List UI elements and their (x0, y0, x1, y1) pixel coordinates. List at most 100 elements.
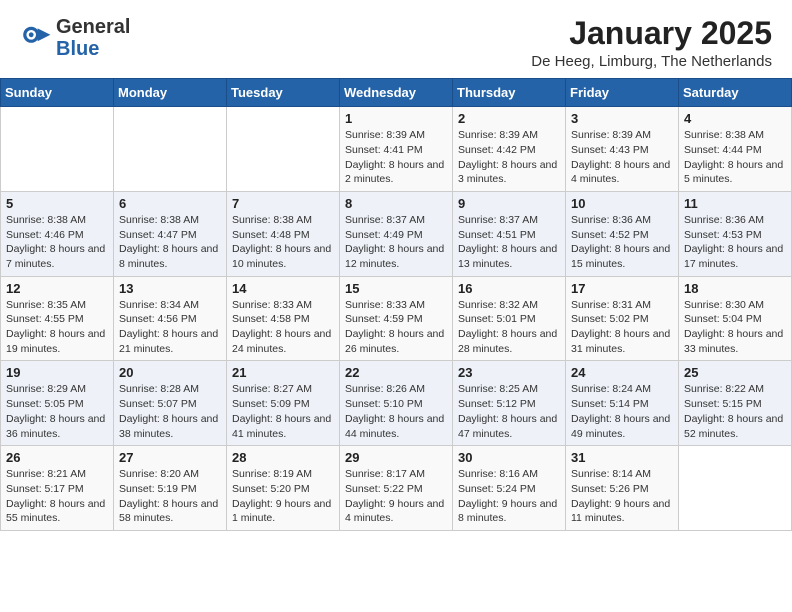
logo-icon (20, 22, 52, 54)
cell-info: Sunrise: 8:35 AM Sunset: 4:55 PM Dayligh… (6, 298, 108, 357)
cell-info: Sunrise: 8:37 AM Sunset: 4:51 PM Dayligh… (458, 213, 560, 272)
cell-info: Sunrise: 8:37 AM Sunset: 4:49 PM Dayligh… (345, 213, 447, 272)
cell-info: Sunrise: 8:39 AM Sunset: 4:42 PM Dayligh… (458, 128, 560, 187)
calendar-cell: 16 Sunrise: 8:32 AM Sunset: 5:01 PM Dayli… (453, 276, 566, 361)
calendar-week-4: 19 Sunrise: 8:29 AM Sunset: 5:05 PM Dayli… (1, 361, 792, 446)
calendar-cell: 18 Sunrise: 8:30 AM Sunset: 5:04 PM Dayli… (679, 276, 792, 361)
calendar-cell: 7Sunrise: 8:38 AM Sunset: 4:48 PM Daylig… (227, 191, 340, 276)
calendar-cell: 4Sunrise: 8:38 AM Sunset: 4:44 PM Daylig… (679, 107, 792, 192)
day-number: 14 (232, 281, 334, 296)
day-number: 3 (571, 111, 673, 126)
calendar-cell: 30 Sunrise: 8:16 AM Sunset: 5:24 PM Dayli… (453, 446, 566, 531)
day-number: 10 (571, 196, 673, 211)
cell-info: Sunrise: 8:36 AM Sunset: 4:52 PM Dayligh… (571, 213, 673, 272)
day-number: 25 (684, 365, 786, 380)
calendar-cell: 11Sunrise: 8:36 AM Sunset: 4:53 PM Dayli… (679, 191, 792, 276)
calendar-cell: 20 Sunrise: 8:28 AM Sunset: 5:07 PM Dayli… (114, 361, 227, 446)
day-number: 11 (684, 196, 786, 211)
day-number: 15 (345, 281, 447, 296)
calendar-cell (1, 107, 114, 192)
cell-info: Sunrise: 8:39 AM Sunset: 4:43 PM Dayligh… (571, 128, 673, 187)
calendar-cell: 14 Sunrise: 8:33 AM Sunset: 4:58 PM Dayli… (227, 276, 340, 361)
cell-info: Sunrise: 8:33 AM Sunset: 4:58 PM Dayligh… (232, 298, 334, 357)
calendar-cell: 24 Sunrise: 8:24 AM Sunset: 5:14 PM Dayli… (566, 361, 679, 446)
header-monday: Monday (114, 79, 227, 107)
calendar-cell (679, 446, 792, 531)
cell-info: Sunrise: 8:38 AM Sunset: 4:44 PM Dayligh… (684, 128, 786, 187)
day-number: 27 (119, 450, 221, 465)
page-header: General Blue January 2025 De Heeg, Limbu… (0, 0, 792, 78)
day-number: 21 (232, 365, 334, 380)
calendar-cell: 25 Sunrise: 8:22 AM Sunset: 5:15 PM Dayli… (679, 361, 792, 446)
cell-info: Sunrise: 8:24 AM Sunset: 5:14 PM Dayligh… (571, 382, 673, 441)
title-block: January 2025 De Heeg, Limburg, The Nethe… (531, 16, 772, 70)
cell-info: Sunrise: 8:27 AM Sunset: 5:09 PM Dayligh… (232, 382, 334, 441)
day-number: 7 (232, 196, 334, 211)
cell-info: Sunrise: 8:29 AM Sunset: 5:05 PM Dayligh… (6, 382, 108, 441)
cell-info: Sunrise: 8:14 AM Sunset: 5:26 PM Dayligh… (571, 467, 673, 526)
calendar-header-row: Sunday Monday Tuesday Wednesday Thursday… (1, 79, 792, 107)
calendar-cell: 22Sunrise: 8:26 AM Sunset: 5:10 PM Dayli… (340, 361, 453, 446)
header-tuesday: Tuesday (227, 79, 340, 107)
cell-info: Sunrise: 8:22 AM Sunset: 5:15 PM Dayligh… (684, 382, 786, 441)
day-number: 20 (119, 365, 221, 380)
calendar-cell: 28 Sunrise: 8:19 AM Sunset: 5:20 PM Dayli… (227, 446, 340, 531)
day-number: 1 (345, 111, 447, 126)
cell-info: Sunrise: 8:30 AM Sunset: 5:04 PM Dayligh… (684, 298, 786, 357)
header-wednesday: Wednesday (340, 79, 453, 107)
cell-info: Sunrise: 8:19 AM Sunset: 5:20 PM Dayligh… (232, 467, 334, 526)
calendar-cell: 2 Sunrise: 8:39 AM Sunset: 4:42 PM Daylig… (453, 107, 566, 192)
calendar-cell: 19 Sunrise: 8:29 AM Sunset: 5:05 PM Dayli… (1, 361, 114, 446)
cell-info: Sunrise: 8:31 AM Sunset: 5:02 PM Dayligh… (571, 298, 673, 357)
header-thursday: Thursday (453, 79, 566, 107)
calendar-cell: 8Sunrise: 8:37 AM Sunset: 4:49 PM Daylig… (340, 191, 453, 276)
cell-info: Sunrise: 8:16 AM Sunset: 5:24 PM Dayligh… (458, 467, 560, 526)
day-number: 12 (6, 281, 108, 296)
cell-info: Sunrise: 8:38 AM Sunset: 4:46 PM Dayligh… (6, 213, 108, 272)
logo: General Blue (20, 16, 130, 60)
calendar-cell: 12 Sunrise: 8:35 AM Sunset: 4:55 PM Dayli… (1, 276, 114, 361)
day-number: 2 (458, 111, 560, 126)
calendar-cell (114, 107, 227, 192)
day-number: 16 (458, 281, 560, 296)
calendar-week-5: 26 Sunrise: 8:21 AM Sunset: 5:17 PM Dayli… (1, 446, 792, 531)
calendar-cell (227, 107, 340, 192)
calendar-table: Sunday Monday Tuesday Wednesday Thursday… (0, 78, 792, 531)
day-number: 31 (571, 450, 673, 465)
header-friday: Friday (566, 79, 679, 107)
location-subtitle: De Heeg, Limburg, The Netherlands (531, 53, 772, 70)
day-number: 24 (571, 365, 673, 380)
calendar-cell: 9 Sunrise: 8:37 AM Sunset: 4:51 PM Daylig… (453, 191, 566, 276)
day-number: 28 (232, 450, 334, 465)
calendar-cell: 13Sunrise: 8:34 AM Sunset: 4:56 PM Dayli… (114, 276, 227, 361)
calendar-cell: 5Sunrise: 8:38 AM Sunset: 4:46 PM Daylig… (1, 191, 114, 276)
cell-info: Sunrise: 8:32 AM Sunset: 5:01 PM Dayligh… (458, 298, 560, 357)
header-saturday: Saturday (679, 79, 792, 107)
day-number: 29 (345, 450, 447, 465)
day-number: 17 (571, 281, 673, 296)
calendar-cell: 15Sunrise: 8:33 AM Sunset: 4:59 PM Dayli… (340, 276, 453, 361)
day-number: 18 (684, 281, 786, 296)
cell-info: Sunrise: 8:21 AM Sunset: 5:17 PM Dayligh… (6, 467, 108, 526)
day-number: 26 (6, 450, 108, 465)
month-year-title: January 2025 (531, 16, 772, 51)
calendar-cell: 26 Sunrise: 8:21 AM Sunset: 5:17 PM Dayli… (1, 446, 114, 531)
calendar-cell: 3 Sunrise: 8:39 AM Sunset: 4:43 PM Daylig… (566, 107, 679, 192)
day-number: 19 (6, 365, 108, 380)
day-number: 6 (119, 196, 221, 211)
logo-general-text: General (56, 16, 130, 38)
calendar-cell: 10 Sunrise: 8:36 AM Sunset: 4:52 PM Dayli… (566, 191, 679, 276)
calendar-cell: 1Sunrise: 8:39 AM Sunset: 4:41 PM Daylig… (340, 107, 453, 192)
cell-info: Sunrise: 8:38 AM Sunset: 4:47 PM Dayligh… (119, 213, 221, 272)
cell-info: Sunrise: 8:28 AM Sunset: 5:07 PM Dayligh… (119, 382, 221, 441)
cell-info: Sunrise: 8:20 AM Sunset: 5:19 PM Dayligh… (119, 467, 221, 526)
calendar-cell: 6 Sunrise: 8:38 AM Sunset: 4:47 PM Daylig… (114, 191, 227, 276)
cell-info: Sunrise: 8:17 AM Sunset: 5:22 PM Dayligh… (345, 467, 447, 526)
calendar-week-1: 1Sunrise: 8:39 AM Sunset: 4:41 PM Daylig… (1, 107, 792, 192)
calendar-cell: 31 Sunrise: 8:14 AM Sunset: 5:26 PM Dayli… (566, 446, 679, 531)
day-number: 30 (458, 450, 560, 465)
calendar-cell: 21 Sunrise: 8:27 AM Sunset: 5:09 PM Dayli… (227, 361, 340, 446)
calendar-cell: 17 Sunrise: 8:31 AM Sunset: 5:02 PM Dayli… (566, 276, 679, 361)
calendar-cell: 29 Sunrise: 8:17 AM Sunset: 5:22 PM Dayli… (340, 446, 453, 531)
day-number: 9 (458, 196, 560, 211)
